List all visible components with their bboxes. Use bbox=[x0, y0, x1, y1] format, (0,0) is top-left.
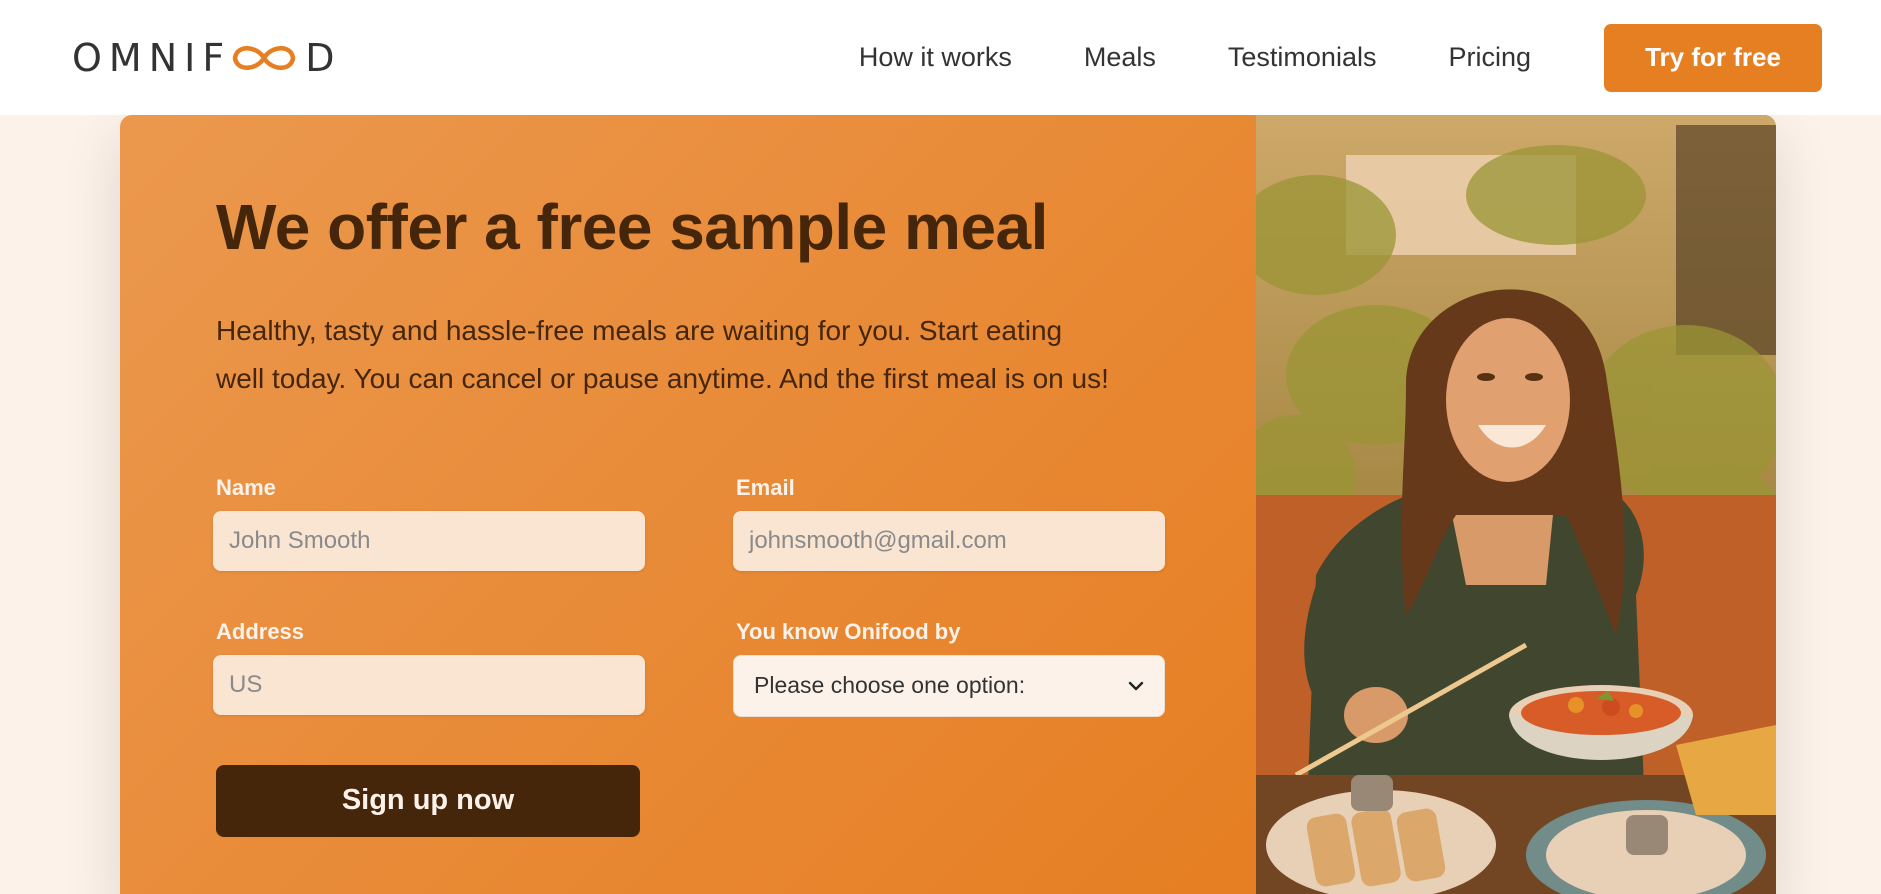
email-field-group: Email johnsmooth@gmail.com bbox=[733, 474, 1168, 571]
email-input[interactable]: johnsmooth@gmail.com bbox=[733, 510, 1165, 571]
name-input[interactable]: John Smooth bbox=[213, 510, 645, 571]
address-input[interactable]: US bbox=[213, 654, 645, 715]
nav-link-testimonials[interactable]: Testimonials bbox=[1228, 42, 1377, 73]
cta-description: Healthy, tasty and hassle-free meals are… bbox=[216, 314, 1109, 394]
signup-form: Name John Smooth Email johnsmooth@gmail.… bbox=[213, 474, 1165, 717]
name-label: Name bbox=[216, 474, 276, 500]
cta-text-box: We offer a free sample meal Healthy, tas… bbox=[120, 115, 1256, 894]
address-field-group: Address US bbox=[213, 618, 648, 717]
source-select[interactable]: Please choose one option: bbox=[733, 654, 1165, 717]
nav-link-how-it-works[interactable]: How it works bbox=[859, 42, 1012, 73]
try-for-free-button[interactable]: Try for free bbox=[1604, 23, 1822, 92]
source-label: You know Onifood by bbox=[736, 618, 961, 644]
source-select-value: Please choose one option: bbox=[754, 672, 1026, 699]
cta-heading: We offer a free sample meal bbox=[216, 191, 1048, 263]
logo-text-left: OMNIF bbox=[72, 35, 232, 80]
source-field-group: You know Onifood by Please choose one op… bbox=[733, 618, 1168, 717]
chevron-down-icon bbox=[1128, 681, 1144, 690]
nav-link-pricing[interactable]: Pricing bbox=[1448, 42, 1531, 73]
name-field-group: Name John Smooth bbox=[213, 474, 648, 571]
nav-link-meals[interactable]: Meals bbox=[1084, 42, 1156, 73]
logo[interactable]: OMNIF D bbox=[72, 28, 341, 88]
cta-card: We offer a free sample meal Healthy, tas… bbox=[120, 115, 1776, 894]
photo-illustration bbox=[1256, 115, 1776, 894]
sign-up-button[interactable]: Sign up now bbox=[216, 764, 640, 837]
main-nav: How it works Meals Testimonials Pricing … bbox=[859, 23, 1822, 92]
email-label: Email bbox=[736, 474, 795, 500]
infinity-icon bbox=[232, 45, 296, 70]
address-label: Address bbox=[216, 618, 305, 644]
site-header: OMNIF D How it works Meals Testimonials … bbox=[0, 0, 1881, 115]
logo-text-right: D bbox=[305, 35, 342, 80]
woman-eating-photo bbox=[1256, 115, 1776, 894]
